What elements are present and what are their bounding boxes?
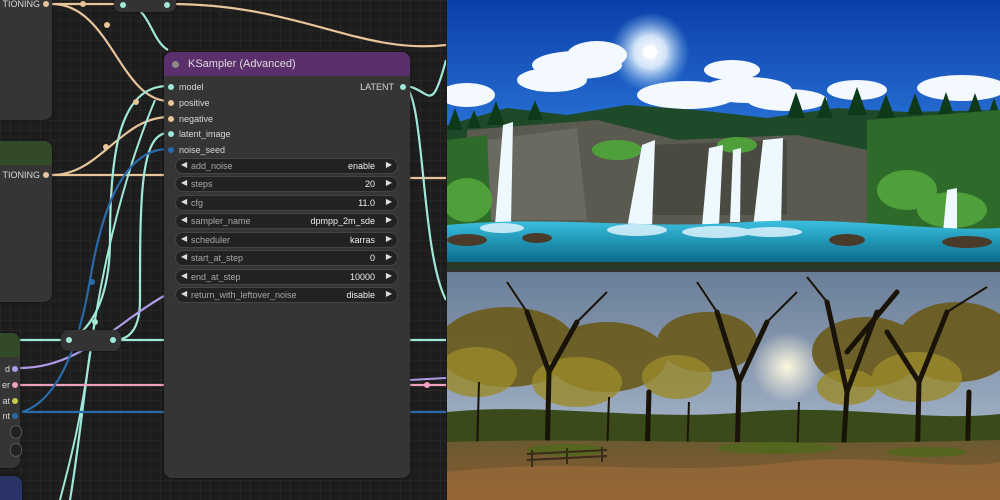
widget-value: disable [346,290,375,300]
widget-toggle-2[interactable] [10,443,22,457]
reroute-input-dot[interactable] [120,2,126,8]
input-label-noise-seed: noise_seed [179,145,226,155]
output-slot-4[interactable] [12,413,18,419]
conditioning-node-header[interactable] [0,141,52,165]
output-slot-3[interactable] [12,398,18,404]
input-label-negative: negative [179,114,214,124]
widget-value: karras [349,235,375,245]
output-label-1: d [4,364,10,374]
input-label-model: model [179,82,204,92]
node-graph-canvas[interactable]: TIONING TIONING d er at nt KSampler (Adv… [0,0,446,500]
output-label-4: nt [2,411,10,421]
widget-steps[interactable]: ◀ steps 20 ▶ [175,176,398,192]
widget-name: return_with_leftover_noise [191,290,297,300]
widget-toggle-1[interactable] [10,425,22,439]
widget-name: add_noise [191,161,233,171]
ksampler-header[interactable]: KSampler (Advanced) [164,52,410,76]
widget-add-noise[interactable]: ◀ add_noise enable ▶ [175,158,398,174]
wire-cond-top-right2 [169,2,446,48]
node-title: KSampler (Advanced) [188,58,296,70]
widget-name: end_at_step [191,272,241,282]
output-slot-1[interactable] [12,366,18,372]
widget-cfg[interactable]: ◀ cfg 11.0 ▶ [175,195,398,211]
output-label-3: at [2,396,10,406]
wire-clip-right [409,377,446,381]
preview-image-waterfall [447,0,1000,270]
increment-arrow-icon[interactable]: ▶ [386,271,392,280]
ksampler-advanced-node[interactable]: KSampler (Advanced) model positive negat… [164,52,410,478]
widget-value: enable [347,161,375,171]
widget-value: 0 [369,253,375,263]
increment-arrow-icon[interactable]: ▶ [386,197,392,206]
conditioning-node-mid[interactable]: TIONING [0,141,52,302]
widget-return-with-leftover-noise[interactable]: ◀ return_with_leftover_noise disable ▶ [175,287,398,303]
increment-arrow-icon[interactable]: ▶ [386,234,392,243]
input-slot-model[interactable] [168,84,174,90]
comfyui-workspace: TIONING TIONING d er at nt KSampler (Adv… [0,0,1000,500]
widget-sampler-name[interactable]: ◀ sampler_name dpmpp_2m_sde ▶ [175,213,398,229]
waterfall-panorama-image [447,0,1000,270]
reroute-output-dot[interactable] [164,2,170,8]
widget-value: dpmpp_2m_sde [310,216,375,226]
output-label-conditioning: TIONING [2,170,41,180]
decrement-arrow-icon[interactable]: ◀ [181,160,187,169]
reroute-input-dot[interactable] [66,337,72,343]
increment-arrow-icon[interactable]: ▶ [386,289,392,298]
decrement-arrow-icon[interactable]: ◀ [181,271,187,280]
input-label-latent-image: latent_image [179,129,231,139]
loader-node-partial[interactable]: d er at nt [0,333,22,468]
decrement-arrow-icon[interactable]: ◀ [181,289,187,298]
widget-scheduler[interactable]: ◀ scheduler karras ▶ [175,232,398,248]
output-slot-conditioning[interactable] [43,172,49,178]
widget-value: 10000 [349,272,375,282]
widget-name: scheduler [191,235,231,245]
widget-name: start_at_step [191,253,244,263]
decrement-arrow-icon[interactable]: ◀ [181,197,187,206]
reroute-node-mid[interactable] [61,330,121,351]
widget-end-at-step[interactable]: ◀ end_at_step 10000 ▶ [175,269,398,285]
input-slot-latent-image[interactable] [168,131,174,137]
decrement-arrow-icon[interactable]: ◀ [181,215,187,224]
collapse-toggle[interactable] [172,61,179,68]
input-slot-positive[interactable] [168,100,174,106]
decrement-arrow-icon[interactable]: ◀ [181,234,187,243]
input-slot-negative[interactable] [168,116,174,122]
loader-node-header[interactable] [0,333,20,357]
increment-arrow-icon[interactable]: ▶ [386,178,392,187]
increment-arrow-icon[interactable]: ▶ [386,215,392,224]
wire-latent-in [111,131,169,342]
output-label-2: er [1,380,10,390]
reroute-output-dot[interactable] [110,337,116,343]
forest-panorama-image [447,272,1000,500]
reroute-node-top[interactable] [114,0,176,12]
preview-image-forest [447,272,1000,500]
decrement-arrow-icon[interactable]: ◀ [181,252,187,261]
increment-arrow-icon[interactable]: ▶ [386,252,392,261]
output-slot-2[interactable] [12,382,18,388]
wire-positive [51,2,169,103]
input-label-positive: positive [179,98,210,108]
increment-arrow-icon[interactable]: ▶ [386,160,392,169]
widget-name: steps [191,179,213,189]
decrement-arrow-icon[interactable]: ◀ [181,178,187,187]
widget-name: cfg [191,198,204,208]
conditioning-node-top[interactable]: TIONING [0,0,52,120]
widget-name: sampler_name [191,216,251,226]
input-slot-noise-seed[interactable] [168,147,174,153]
output-slot-conditioning[interactable] [43,1,49,7]
output-label-latent: LATENT [360,82,394,92]
output-slot-latent[interactable] [400,84,406,90]
widget-start-at-step[interactable]: ◀ start_at_step 0 ▶ [175,250,398,266]
primitive-node-partial[interactable] [0,476,22,500]
output-label-conditioning: TIONING [2,0,41,9]
widget-value: 20 [364,179,375,189]
widget-value: 11.0 [358,198,375,208]
